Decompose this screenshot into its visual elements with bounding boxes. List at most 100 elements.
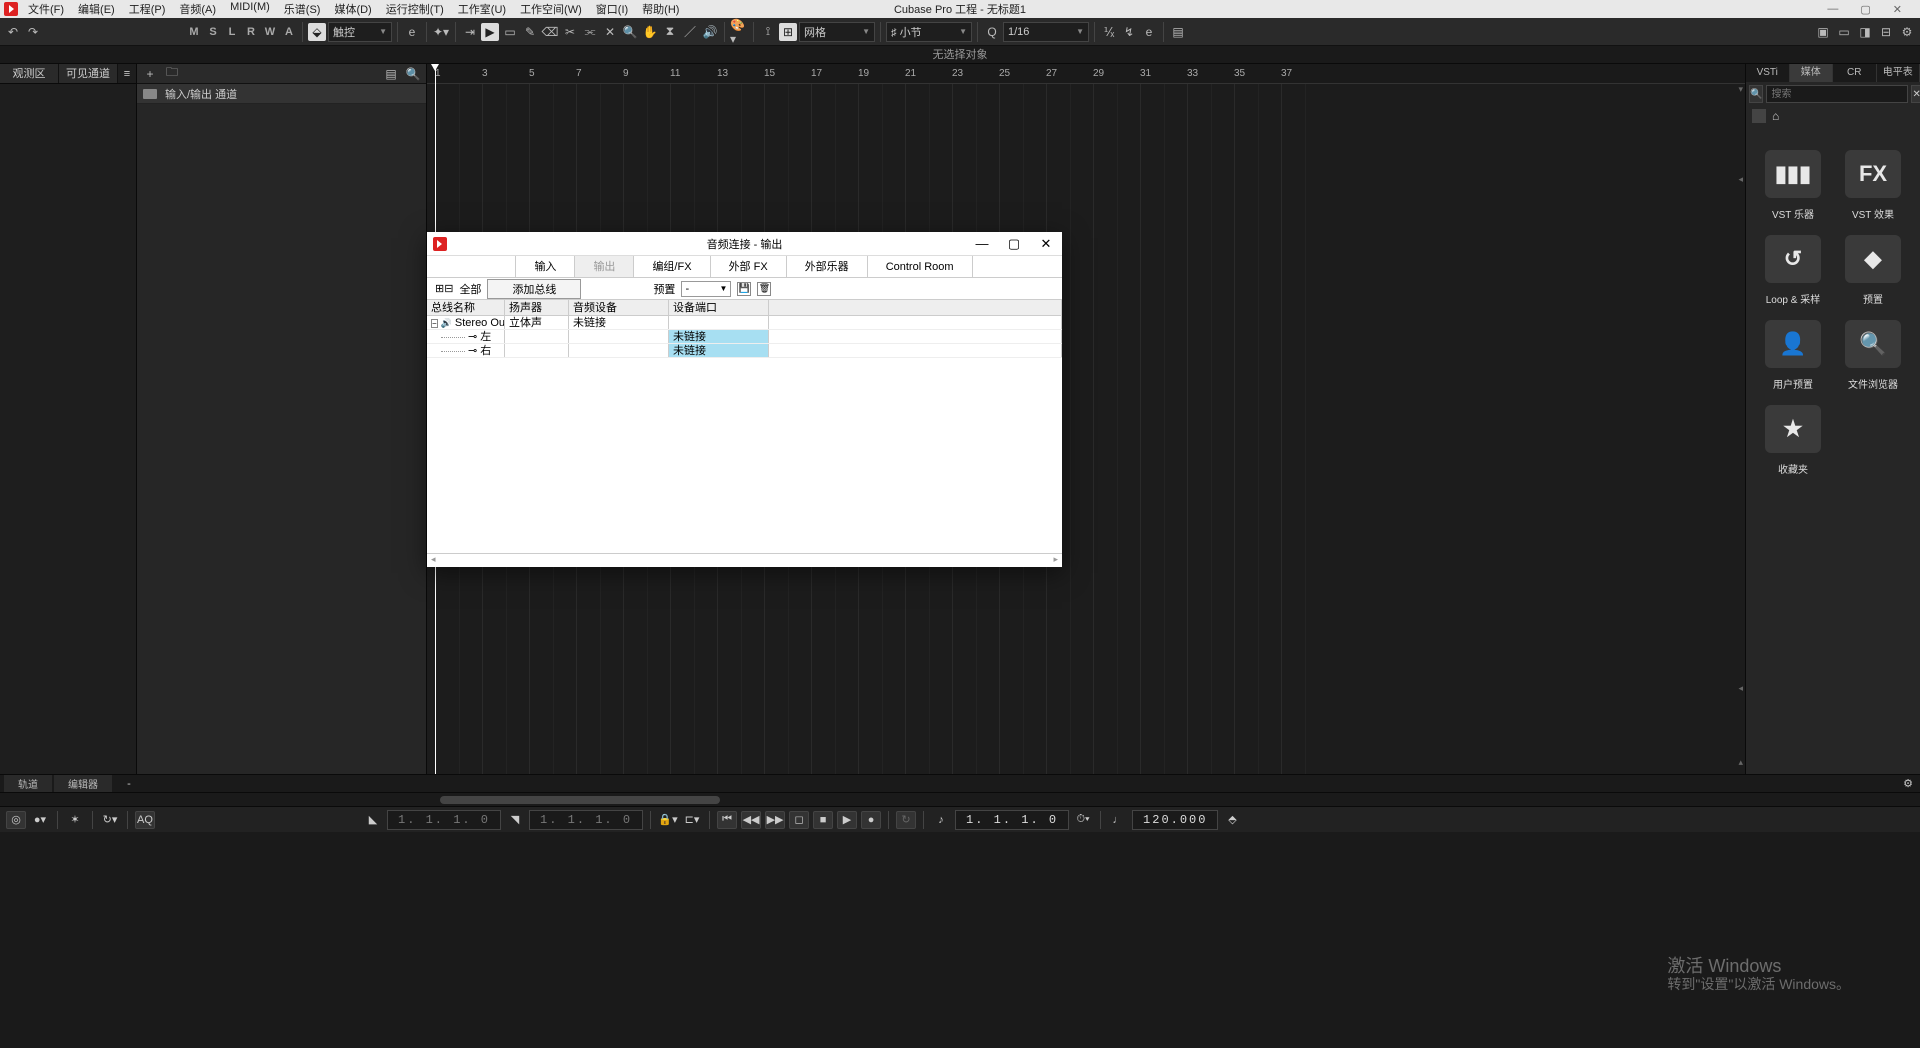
secondary-format-icon[interactable]: ⏱▾ xyxy=(1073,811,1093,829)
locator-r-icon[interactable]: ◥ xyxy=(505,811,525,829)
maximize-icon[interactable]: ▢ xyxy=(1860,3,1870,16)
menu-score[interactable]: 乐谱(S) xyxy=(278,0,327,18)
listen-button[interactable]: L xyxy=(224,26,240,38)
col-bus-name[interactable]: 总线名称 xyxy=(427,300,505,315)
dialog-tab-4[interactable]: 外部乐器 xyxy=(786,256,868,277)
col-device[interactable]: 音频设备 xyxy=(569,300,669,315)
menu-audio[interactable]: 音频(A) xyxy=(173,0,222,18)
quantize-icon[interactable]: Q xyxy=(983,23,1001,41)
tap-tempo-icon[interactable]: ⬘ xyxy=(1222,811,1242,829)
read-button[interactable]: R xyxy=(243,26,259,38)
dialog-tab-3[interactable]: 外部 FX xyxy=(710,256,787,277)
track-io-folder[interactable]: 输入/输出 通道 xyxy=(137,84,426,104)
preset-save-icon[interactable]: 💾 xyxy=(737,282,751,296)
media-tile-5[interactable]: 🔍文件浏览器 xyxy=(1840,320,1906,391)
undo-icon[interactable]: ↶ xyxy=(4,23,22,41)
left-tab-menu-icon[interactable]: ≡ xyxy=(118,64,136,83)
punch-points-icon[interactable]: 🔒▾ xyxy=(658,811,678,829)
col-speakers[interactable]: 扬声器 xyxy=(505,300,569,315)
track-find-icon[interactable]: 🔍 xyxy=(404,65,422,83)
media-tile-0[interactable]: ▮▮▮VST 乐器 xyxy=(1760,150,1826,221)
tool-range-icon[interactable]: ▭ xyxy=(501,23,519,41)
tool-arrow-icon[interactable]: ▶ xyxy=(481,23,499,41)
gear-icon[interactable]: ⚙ xyxy=(1900,777,1916,790)
record-mode-icon[interactable]: ●▾ xyxy=(30,811,50,829)
quantize-select[interactable]: 1/16▼ xyxy=(1003,22,1089,42)
add-bus-button[interactable]: 添加总线 xyxy=(487,279,581,299)
dialog-tab-1[interactable]: 输出 xyxy=(574,256,634,277)
right-tab-3[interactable]: 电平表 xyxy=(1877,64,1920,82)
tool-color-icon[interactable]: ✦▾ xyxy=(432,23,450,41)
color-picker-icon[interactable]: 🎨▾ xyxy=(730,23,748,41)
marker-icon[interactable]: ✶ xyxy=(65,811,85,829)
dialog-maximize-icon[interactable]: ▢ xyxy=(998,232,1030,256)
media-tile-2[interactable]: ↺Loop & 采样 xyxy=(1760,235,1826,306)
tool-play-icon[interactable]: 🔊 xyxy=(701,23,719,41)
tool-mute-icon[interactable]: ✕ xyxy=(601,23,619,41)
tempo-display[interactable]: 120.000 xyxy=(1132,810,1218,830)
marker-handle2-icon[interactable]: ◂ xyxy=(1738,683,1743,694)
dialog-tab-2[interactable]: 编组/FX xyxy=(633,256,710,277)
layout4-icon[interactable]: ⊟ xyxy=(1877,23,1895,41)
add-track-icon[interactable]: + xyxy=(141,65,159,83)
solo-button[interactable]: S xyxy=(205,26,221,38)
record-icon[interactable]: ● xyxy=(861,811,881,829)
right-tab-1[interactable]: 媒体 xyxy=(1790,64,1834,82)
menu-help[interactable]: 帮助(H) xyxy=(636,0,685,18)
tool-zoom-icon[interactable]: 🔍 xyxy=(621,23,639,41)
snap-zero-icon[interactable]: ⟟ xyxy=(759,23,777,41)
locator-l-icon[interactable]: ◣ xyxy=(363,811,383,829)
menu-window[interactable]: 窗口(I) xyxy=(590,0,634,18)
menu-workspace[interactable]: 工作空间(W) xyxy=(514,0,588,18)
marker-top-icon[interactable]: ▾ xyxy=(1738,84,1743,95)
dialog-scroll[interactable]: ◂▸ xyxy=(427,553,1062,567)
rewind-icon[interactable]: ◀◀ xyxy=(741,811,761,829)
aq-button[interactable]: AQ xyxy=(135,811,155,829)
snap-type-select[interactable]: 网格▼ xyxy=(799,22,875,42)
redo-icon[interactable]: ↷ xyxy=(24,23,42,41)
bus-row-stereo[interactable]: −🔊Stereo Out 立体声 未链接 xyxy=(427,316,1062,330)
automation-mode-icon[interactable]: ⬙ xyxy=(308,23,326,41)
h-scroll-thumb[interactable] xyxy=(440,796,720,804)
expand-icon[interactable]: − xyxy=(431,319,438,328)
bus-row-left[interactable]: ⊸ 左 未链接 xyxy=(427,330,1062,344)
preset-select[interactable]: -▼ xyxy=(681,281,731,297)
layout2-icon[interactable]: ▭ xyxy=(1835,23,1853,41)
menu-transport[interactable]: 运行控制(T) xyxy=(380,0,450,18)
right-tab-2[interactable]: CR xyxy=(1833,64,1877,82)
cycle-mode-icon[interactable]: ↻▾ xyxy=(100,811,120,829)
tool-e-icon[interactable]: e xyxy=(403,23,421,41)
right-locator-display[interactable]: 1. 1. 1. 0 xyxy=(529,810,643,830)
tool-draw-icon[interactable]: ✎ xyxy=(521,23,539,41)
tool-split-icon[interactable]: ✂ xyxy=(561,23,579,41)
h-scrollbar[interactable] xyxy=(0,792,1920,806)
bottom-tab-editor[interactable]: 编辑器 xyxy=(54,775,112,792)
dialog-tab-5[interactable]: Control Room xyxy=(867,256,973,277)
marker-handle-icon[interactable]: ◂ xyxy=(1738,174,1743,185)
tool-erase-icon[interactable]: ⌫ xyxy=(541,23,559,41)
menu-studio[interactable]: 工作室(U) xyxy=(452,0,512,18)
dialog-tab-0[interactable]: 输入 xyxy=(515,256,575,277)
preset-delete-icon[interactable]: 🗑 xyxy=(757,282,771,296)
port-left-cell[interactable]: 未链接 xyxy=(669,330,769,343)
automation-mode-select[interactable]: 触控▼ xyxy=(328,22,392,42)
marker-bottom-icon[interactable]: ▴ xyxy=(1738,757,1743,768)
menu-media[interactable]: 媒体(D) xyxy=(328,0,377,18)
left-tab-visibility[interactable]: 可见通道 xyxy=(59,64,118,83)
preroll-icon[interactable]: ⊏▾ xyxy=(682,811,702,829)
left-tab-inspector[interactable]: 观测区 xyxy=(0,64,59,83)
tool-warp-icon[interactable]: ⧗ xyxy=(661,23,679,41)
media-tile-6[interactable]: ★收藏夹 xyxy=(1760,405,1826,476)
tool-line-icon[interactable]: ／ xyxy=(681,23,699,41)
menu-edit[interactable]: 编辑(E) xyxy=(72,0,121,18)
play-icon[interactable]: ▶ xyxy=(837,811,857,829)
dialog-minimize-icon[interactable]: — xyxy=(966,232,998,256)
port-right-cell[interactable]: 未链接 xyxy=(669,344,769,357)
retro-record-icon[interactable]: ↻ xyxy=(896,811,916,829)
mute-button[interactable]: M xyxy=(186,26,202,38)
close-icon[interactable]: ✕ xyxy=(1893,3,1902,16)
minimize-icon[interactable]: — xyxy=(1827,3,1838,16)
grid-type-select[interactable]: ♯ 小节▼ xyxy=(886,22,972,42)
search-clear-icon[interactable]: ✕ xyxy=(1911,85,1920,103)
stop-icon[interactable]: ■ xyxy=(813,811,833,829)
